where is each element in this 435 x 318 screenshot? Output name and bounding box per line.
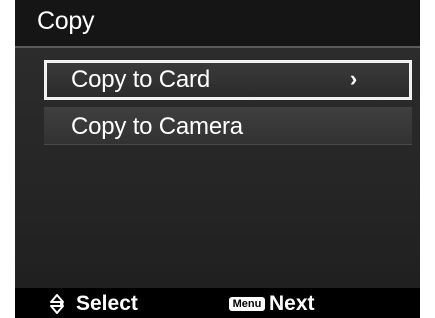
header-divider (15, 46, 420, 48)
up-down-arrows-icon (50, 294, 64, 314)
menu-header: Copy (15, 0, 420, 46)
camera-menu-screen: Copy Copy to Card › Copy to Camera Selec… (15, 0, 420, 318)
select-hint-label: Select (76, 292, 138, 315)
button-hint-bar: Select Menu Next (15, 288, 420, 318)
menu-key-icon: Menu (229, 297, 265, 311)
menu-item-copy-to-card[interactable]: Copy to Card › (44, 60, 412, 100)
menu-item-label: Copy to Card (71, 66, 210, 93)
menu-item-copy-to-camera[interactable]: Copy to Camera (44, 107, 412, 145)
menu-item-label: Copy to Camera (71, 113, 243, 140)
next-hint-label: Next (269, 292, 315, 315)
chevron-right-icon: › (349, 66, 357, 91)
page-title: Copy (37, 7, 95, 35)
